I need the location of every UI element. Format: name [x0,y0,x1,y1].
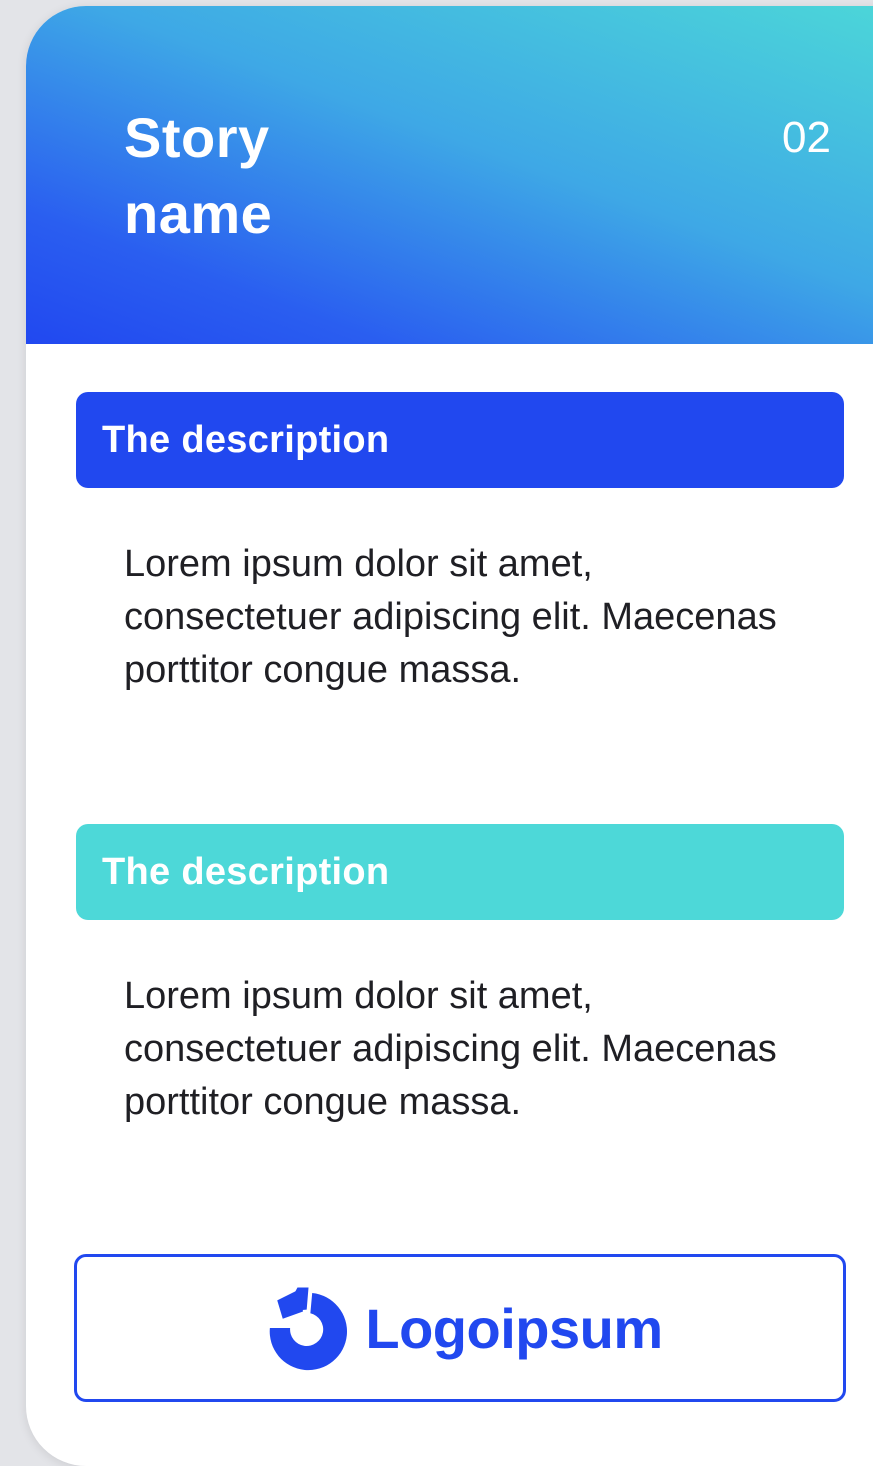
section-text: Lorem ipsum dolor sit amet, consectetuer… [124,975,777,1123]
section-heading: The description [102,850,390,893]
section-text: Lorem ipsum dolor sit amet, consectetuer… [124,543,777,691]
logo-text: Logoipsum [365,1296,663,1360]
section-heading: The description [102,418,390,461]
story-number: 02 [782,113,831,162]
story-card: Story name 02 The description Lorem ipsu… [26,6,873,1466]
card-header: Story name 02 [26,6,873,344]
logo-box[interactable]: Logoipsum [74,1254,846,1402]
section-heading-bar: The description [76,824,844,920]
logo-mark-icon [270,1287,348,1371]
story-title: Story name [124,106,273,245]
section-heading-bar: The description [76,392,844,488]
